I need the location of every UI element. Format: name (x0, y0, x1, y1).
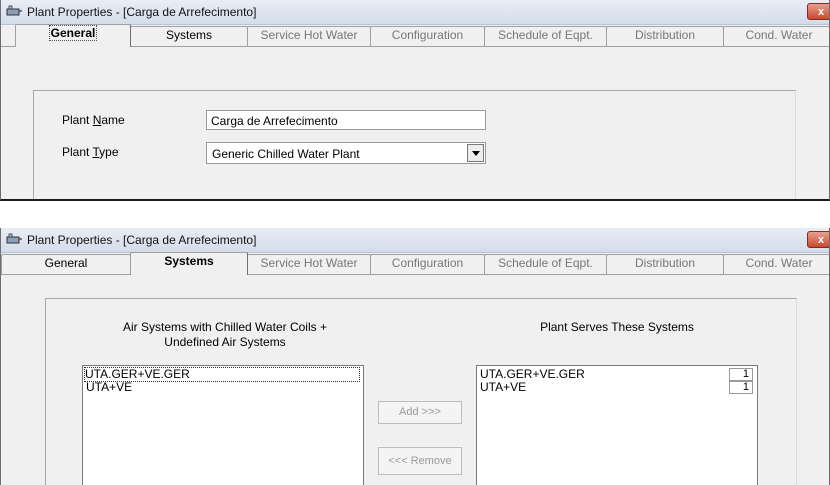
tab-strip: General Systems Service Hot Water Config… (1, 252, 829, 275)
tab-systems[interactable]: Systems (130, 26, 248, 46)
tab-general[interactable]: General (15, 24, 131, 47)
tab-schedule-of-eqpt[interactable]: Schedule of Eqpt. (484, 254, 607, 274)
served-systems-header: Plant Serves These Systems (540, 320, 694, 334)
tab-distribution[interactable]: Distribution (606, 26, 724, 46)
window-title: Plant Properties - [Carga de Arrefecimen… (27, 5, 257, 19)
available-systems-header: Air Systems with Chilled Water Coils + U… (87, 320, 363, 350)
remove-button[interactable]: <<< Remove (378, 447, 462, 475)
title-bar: Plant Properties - [Carga de Arrefecimen… (1, 0, 829, 25)
tab-systems[interactable]: Systems (130, 252, 248, 275)
window-title: Plant Properties - [Carga de Arrefecimen… (27, 233, 257, 247)
tab-configuration[interactable]: Configuration (370, 254, 485, 274)
plant-type-dropdown[interactable]: Generic Chilled Water Plant (206, 142, 486, 164)
tab-general[interactable]: General (1, 254, 131, 274)
tab-label: General (48, 25, 98, 41)
tab-strip: General Systems Service Hot Water Config… (1, 24, 829, 47)
tab-service-hot-water[interactable]: Service Hot Water (247, 254, 371, 274)
tab-divider (1, 274, 829, 275)
served-systems-list[interactable]: UTA.GER+VE.GER 1 UTA+VE 1 (476, 365, 758, 485)
plant-type-value: Generic Chilled Water Plant (212, 147, 360, 161)
system-multiplier[interactable]: 1 (729, 381, 753, 394)
header-line: Air Systems with Chilled Water Coils + (123, 320, 327, 334)
available-systems-list[interactable]: UTA.GER+VE.GER UTA+VE (82, 365, 364, 485)
title-bar: Plant Properties - [Carga de Arrefecimen… (1, 228, 829, 253)
tab-service-hot-water[interactable]: Service Hot Water (247, 26, 371, 46)
plant-app-icon (6, 233, 22, 244)
plant-properties-window-general: Plant Properties - [Carga de Arrefecimen… (0, 0, 830, 201)
tab-configuration[interactable]: Configuration (370, 26, 485, 46)
tab-schedule-of-eqpt[interactable]: Schedule of Eqpt. (484, 26, 607, 46)
system-multiplier[interactable]: 1 (729, 368, 753, 381)
tab-cond-water[interactable]: Cond. Water (723, 26, 829, 46)
add-button[interactable]: Add >>> (378, 401, 462, 424)
list-item[interactable]: UTA+VE (86, 381, 132, 394)
plant-properties-window-systems: Plant Properties - [Carga de Arrefecimen… (0, 228, 830, 485)
plant-name-label: Plant Name (62, 113, 125, 127)
tab-distribution[interactable]: Distribution (606, 254, 724, 274)
plant-type-label: Plant Type (62, 145, 119, 159)
chevron-down-icon (472, 151, 480, 156)
close-button[interactable]: x (807, 231, 829, 248)
tab-cond-water[interactable]: Cond. Water (723, 254, 829, 274)
plant-name-input[interactable]: Carga de Arrefecimento (206, 110, 486, 130)
close-button[interactable]: x (807, 3, 829, 20)
header-line: Undefined Air Systems (164, 335, 286, 349)
dropdown-arrow-button[interactable] (467, 144, 484, 162)
plant-app-icon (6, 5, 22, 16)
list-item[interactable]: UTA+VE (480, 381, 526, 394)
